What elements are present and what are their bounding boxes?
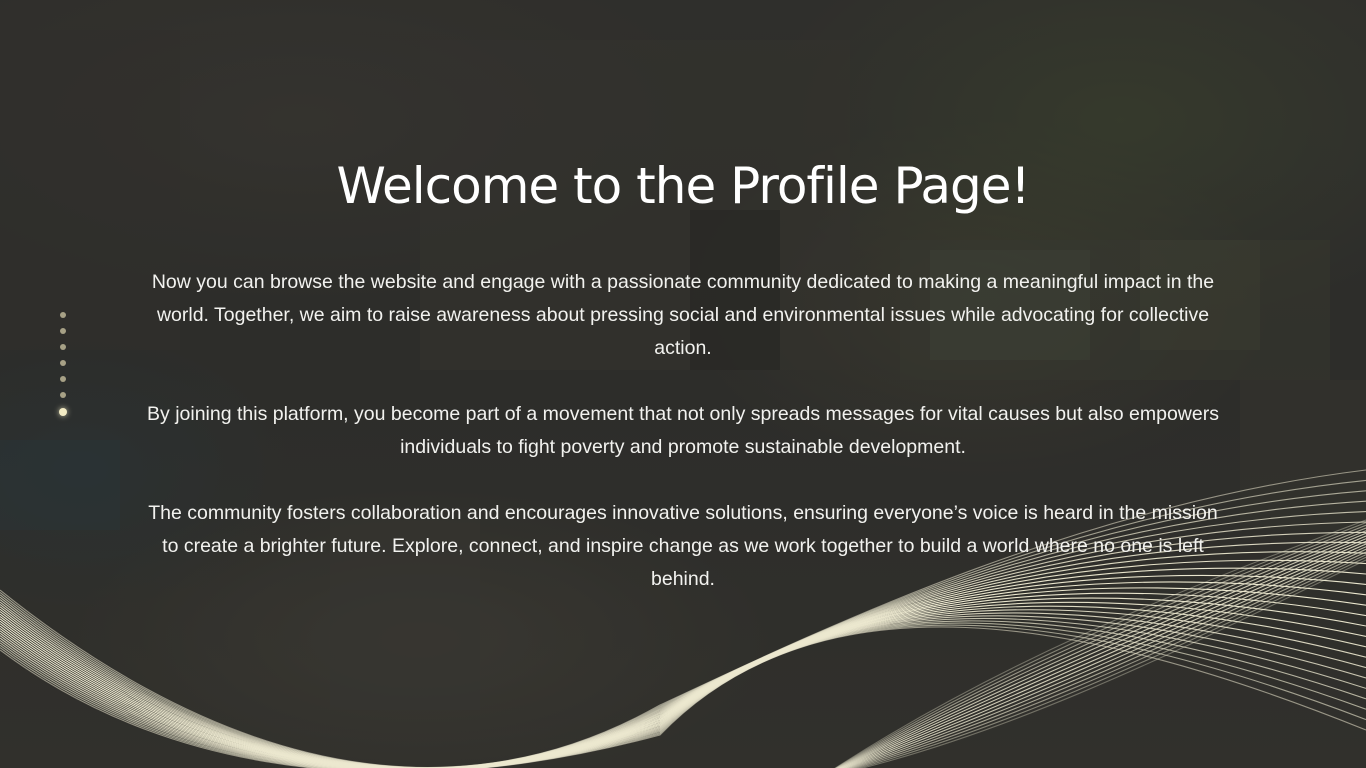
page-title: Welcome to the Profile Page!	[336, 157, 1030, 215]
wave-line	[0, 609, 1366, 768]
slide-dot-4[interactable]	[60, 360, 66, 366]
intro-paragraph-2: By joining this platform, you become par…	[147, 403, 1219, 458]
slide-indicator	[58, 312, 68, 416]
intro-paragraph-1: Now you can browse the website and engag…	[151, 271, 1215, 359]
profile-welcome-page: Welcome to the Profile Page! Now you can…	[0, 0, 1366, 768]
slide-dot-1[interactable]	[60, 312, 66, 318]
hero-content: Welcome to the Profile Page! Now you can…	[140, 150, 1226, 629]
slide-dot-3[interactable]	[60, 344, 66, 350]
slide-dot-2[interactable]	[60, 328, 66, 334]
slide-dot-7[interactable]	[59, 408, 67, 416]
slide-dot-5[interactable]	[60, 376, 66, 382]
intro-paragraph-3: The community fosters collaboration and …	[148, 502, 1218, 590]
slide-dot-6[interactable]	[60, 392, 66, 398]
